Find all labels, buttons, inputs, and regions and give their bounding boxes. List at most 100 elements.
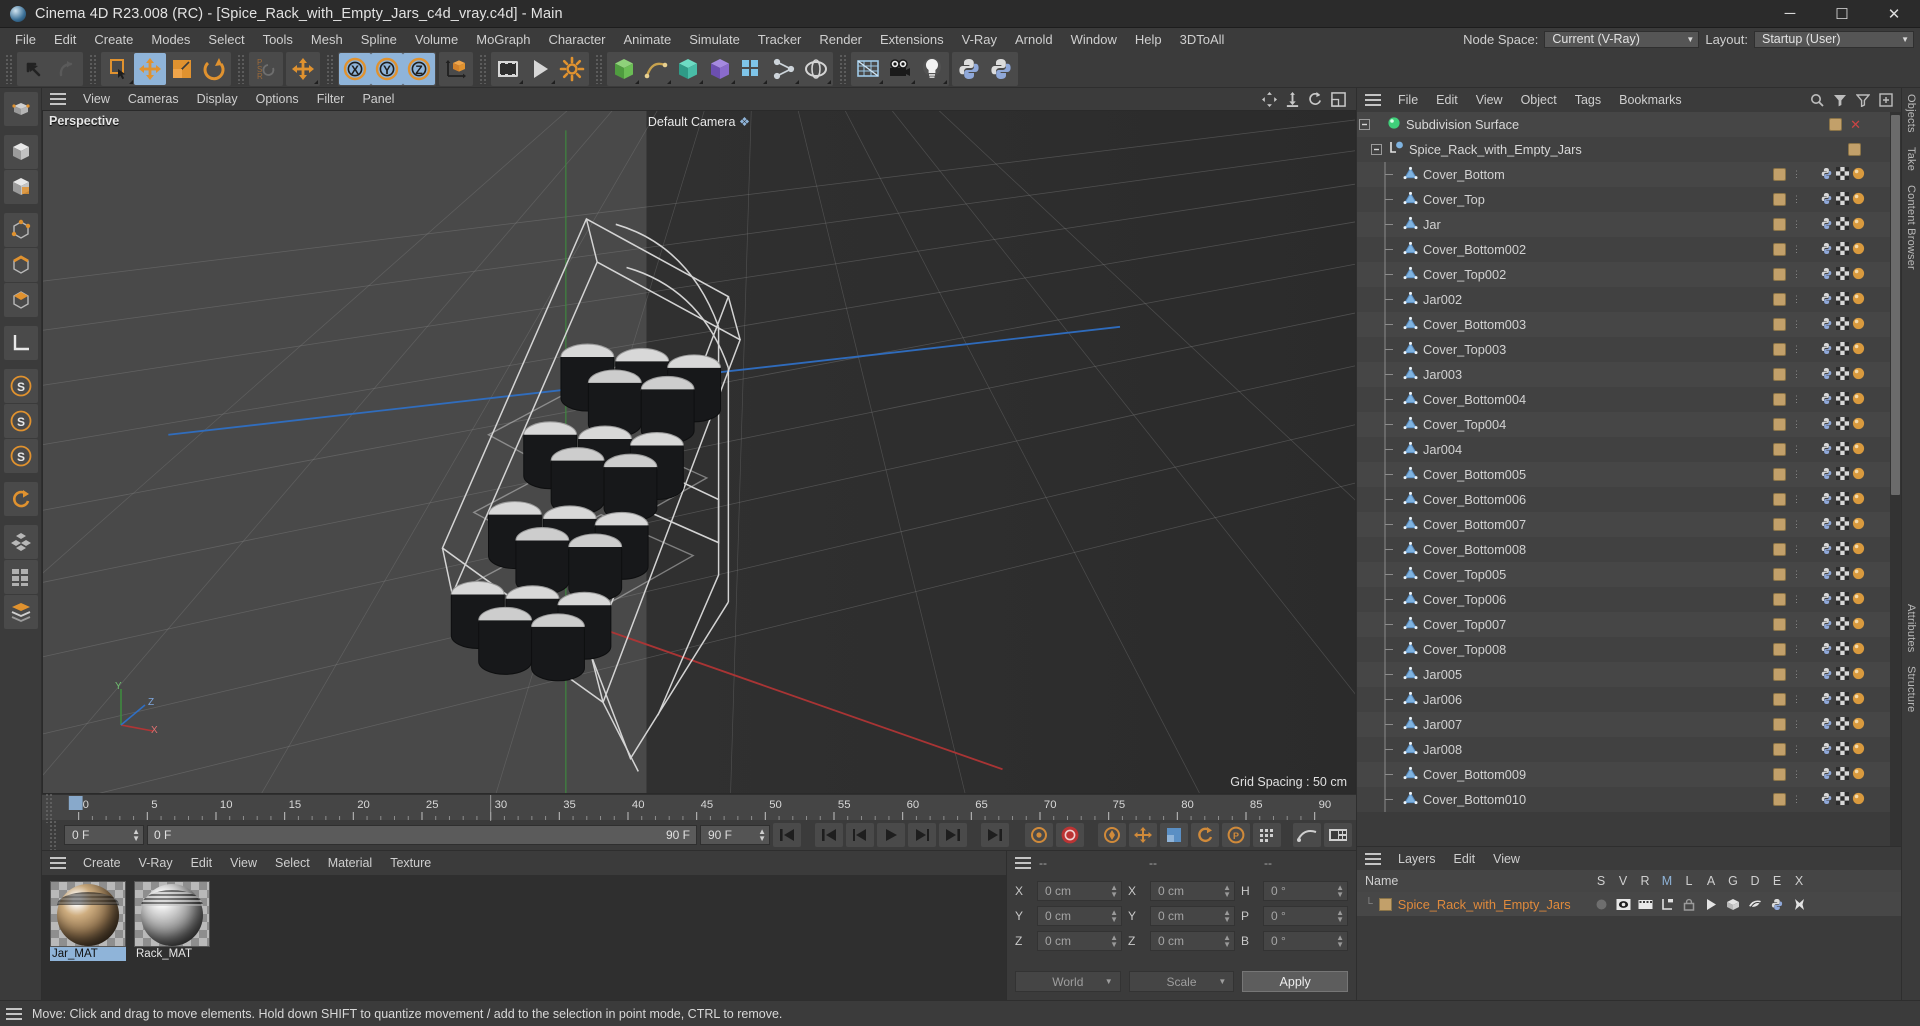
- uv-tag-icon[interactable]: [1836, 241, 1849, 258]
- menu-file[interactable]: File: [6, 30, 45, 49]
- live-selection-button[interactable]: [102, 53, 134, 85]
- layers-menu-edit[interactable]: Edit: [1445, 850, 1485, 868]
- menu-character[interactable]: Character: [539, 30, 614, 49]
- toolbar-grip[interactable]: [5, 53, 14, 84]
- object-row[interactable]: Jar004 ⋮: [1357, 437, 1901, 462]
- menu-modes[interactable]: Modes: [142, 30, 199, 49]
- object-color-tag[interactable]: [1773, 668, 1786, 681]
- material-tag-icon[interactable]: [1852, 342, 1865, 358]
- material-tag-icon[interactable]: [1852, 267, 1865, 283]
- viewport-menu-cameras[interactable]: Cameras: [119, 90, 188, 108]
- tool-texture-mode[interactable]: [3, 170, 38, 204]
- python-tag-icon[interactable]: [1820, 667, 1833, 683]
- object-row-group[interactable]: Spice_Rack_with_Empty_Jars: [1357, 137, 1901, 162]
- spinner-icon[interactable]: ▲ ▼: [1336, 934, 1344, 949]
- go-to-start-button[interactable]: [773, 823, 801, 847]
- object-row[interactable]: Cover_Top006 ⋮: [1357, 587, 1901, 612]
- zoom-view-icon[interactable]: [1285, 91, 1300, 107]
- object-menu-bookmarks[interactable]: Bookmarks: [1610, 91, 1691, 109]
- material-swatch-area[interactable]: Jar_MAT Rack_MAT: [42, 875, 1006, 1000]
- tool-workplane-lock[interactable]: [3, 525, 38, 559]
- layer-generator-toggle[interactable]: [1722, 898, 1744, 911]
- vtab-structure[interactable]: Structure: [1905, 666, 1917, 712]
- cube-primitive-button[interactable]: [608, 53, 640, 85]
- tool-model-mode[interactable]: [3, 135, 38, 169]
- object-color-tag[interactable]: [1829, 118, 1843, 131]
- scene-nodes-button[interactable]: [768, 53, 800, 85]
- object-color-tag[interactable]: [1773, 318, 1786, 331]
- uv-tag-icon[interactable]: [1836, 666, 1849, 683]
- spinner-icon[interactable]: ▲ ▼: [1223, 909, 1231, 924]
- tool-viewport-solo[interactable]: [3, 560, 38, 594]
- object-color-tag[interactable]: [1773, 618, 1786, 631]
- uv-tag-icon[interactable]: [1836, 216, 1849, 233]
- scrollbar-thumb[interactable]: [1891, 115, 1900, 495]
- object-row[interactable]: Cover_Top002 ⋮: [1357, 262, 1901, 287]
- object-color-tag[interactable]: [1773, 443, 1786, 456]
- menu-simulate[interactable]: Simulate: [680, 30, 749, 49]
- viewport-menu-options[interactable]: Options: [247, 90, 308, 108]
- python-tag-icon[interactable]: [1820, 442, 1833, 458]
- object-color-tag[interactable]: [1773, 793, 1786, 806]
- uv-tag-icon[interactable]: [1836, 291, 1849, 308]
- preview-range-bar[interactable]: 0 F 90 F: [147, 825, 697, 845]
- render-settings-button[interactable]: [556, 53, 588, 85]
- array-button[interactable]: [736, 53, 768, 85]
- object-color-tag[interactable]: [1773, 293, 1786, 306]
- search-icon[interactable]: [1810, 93, 1824, 107]
- object-row[interactable]: Cover_Bottom010 ⋮: [1357, 787, 1901, 812]
- object-color-tag[interactable]: [1773, 693, 1786, 706]
- expand-icon[interactable]: [1879, 93, 1893, 107]
- layer-xref-toggle[interactable]: [1788, 898, 1810, 911]
- position-z-input[interactable]: 0 cm ▲ ▼: [1037, 931, 1122, 951]
- toolbar-grip[interactable]: [89, 53, 98, 84]
- object-row[interactable]: Cover_Top005 ⋮: [1357, 562, 1901, 587]
- menu-mesh[interactable]: Mesh: [302, 30, 352, 49]
- tool-edge-mode[interactable]: [3, 248, 38, 282]
- timeline-button[interactable]: [1324, 823, 1352, 847]
- apply-button[interactable]: Apply: [1242, 971, 1349, 992]
- uv-tag-icon[interactable]: [1836, 441, 1849, 458]
- tool-snap-s1[interactable]: S: [3, 369, 38, 403]
- python-tag-icon[interactable]: [1820, 167, 1833, 183]
- object-row[interactable]: Jar008 ⋮: [1357, 737, 1901, 762]
- material-tag-icon[interactable]: [1852, 392, 1865, 408]
- object-color-tag[interactable]: [1773, 168, 1786, 181]
- material-tag-icon[interactable]: [1852, 442, 1865, 458]
- param-key-button[interactable]: P: [1222, 823, 1250, 847]
- material-tag-icon[interactable]: [1852, 292, 1865, 308]
- uv-tag-icon[interactable]: [1836, 541, 1849, 558]
- layers-menu-view[interactable]: View: [1484, 850, 1529, 868]
- object-menu-tags[interactable]: Tags: [1566, 91, 1610, 109]
- uv-tag-icon[interactable]: [1836, 491, 1849, 508]
- size-x-input[interactable]: 0 cm ▲ ▼: [1150, 881, 1235, 901]
- object-color-tag[interactable]: [1773, 593, 1786, 606]
- menu-3dtoall[interactable]: 3DToAll: [1171, 30, 1234, 49]
- position-x-input[interactable]: 0 cm ▲ ▼: [1037, 881, 1122, 901]
- python-tag-icon[interactable]: [1820, 767, 1833, 783]
- python-tag-icon[interactable]: [1820, 792, 1833, 808]
- current-frame-input[interactable]: 0 F ▲ ▼: [64, 825, 144, 845]
- object-color-tag[interactable]: [1773, 543, 1786, 556]
- position-y-input[interactable]: 0 cm ▲ ▼: [1037, 906, 1122, 926]
- viewport-menu-display[interactable]: Display: [188, 90, 247, 108]
- object-tree[interactable]: Subdivision Surface ✕ Spice_Rack_with_Empt…: [1357, 112, 1901, 846]
- viewport-hamburger-icon[interactable]: [50, 93, 66, 105]
- field-button[interactable]: [852, 53, 884, 85]
- object-row[interactable]: Cover_Bottom009 ⋮: [1357, 762, 1901, 787]
- menu-tracker[interactable]: Tracker: [749, 30, 811, 49]
- timeline-controls-grip[interactable]: [49, 820, 58, 850]
- material-menu-v-ray[interactable]: V-Ray: [130, 854, 182, 872]
- object-color-tag[interactable]: [1773, 393, 1786, 406]
- material-tag-icon[interactable]: [1852, 192, 1865, 208]
- python-tag-icon[interactable]: [1820, 517, 1833, 533]
- material-menu-texture[interactable]: Texture: [381, 854, 440, 872]
- psr-button[interactable]: PSR: [250, 53, 282, 85]
- material-tag-icon[interactable]: [1852, 417, 1865, 433]
- spinner-icon[interactable]: ▲ ▼: [1110, 934, 1118, 949]
- object-row[interactable]: Cover_Bottom004 ⋮: [1357, 387, 1901, 412]
- rotate-view-icon[interactable]: [1308, 91, 1323, 107]
- object-row[interactable]: Jar006 ⋮: [1357, 687, 1901, 712]
- layer-animation-toggle[interactable]: [1700, 898, 1722, 911]
- uv-tag-icon[interactable]: [1836, 366, 1849, 383]
